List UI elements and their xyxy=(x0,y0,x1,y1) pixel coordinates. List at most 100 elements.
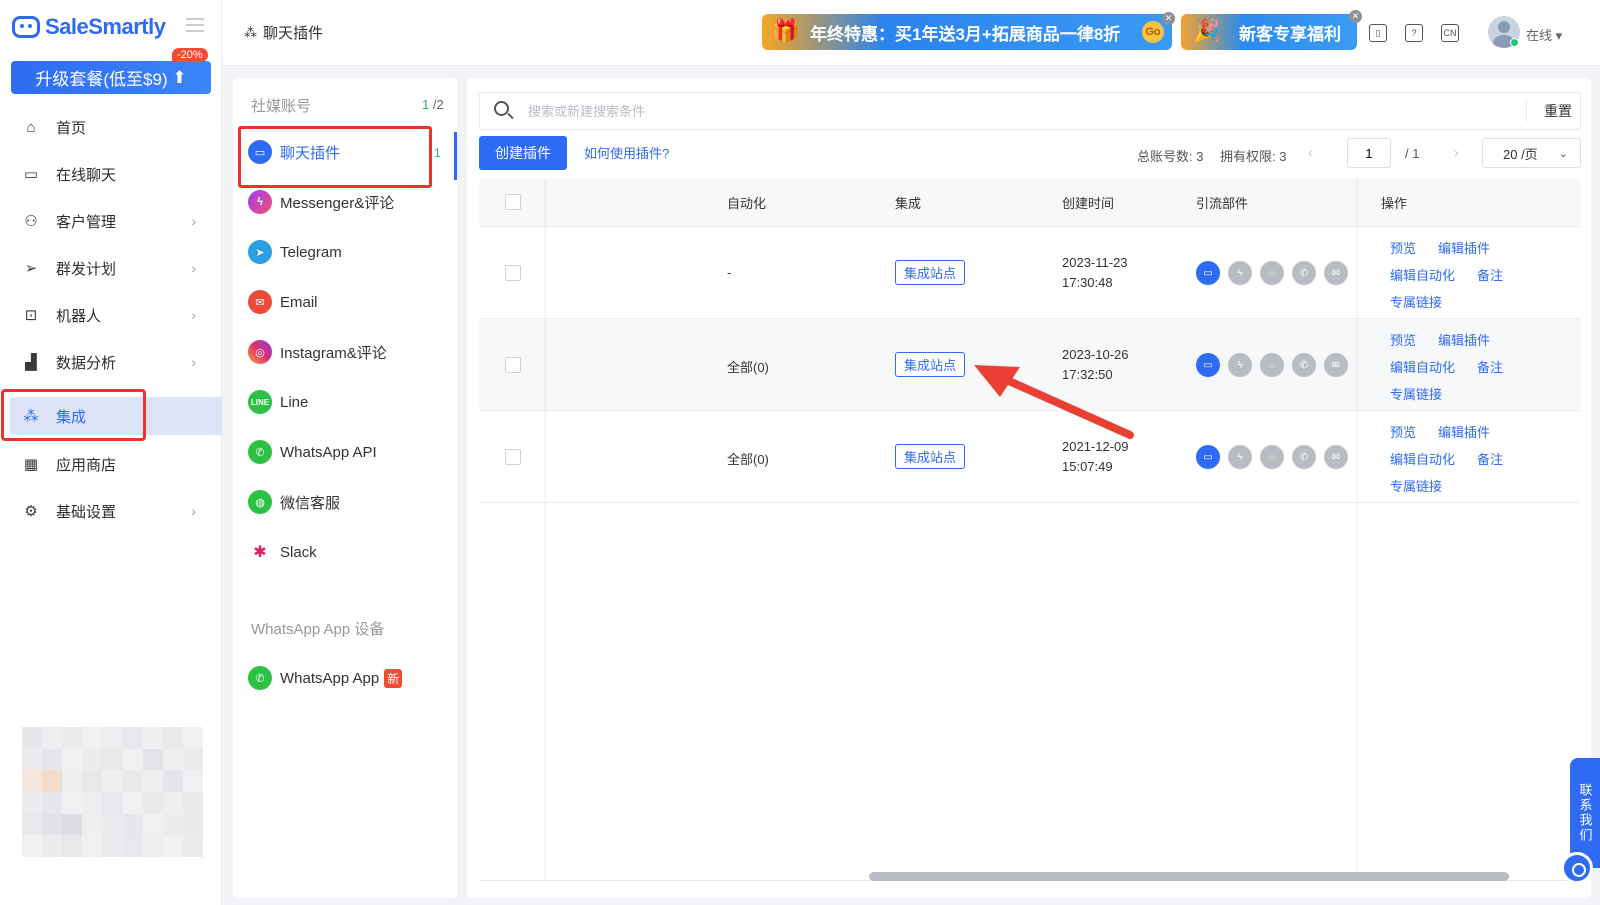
channel-wechat[interactable]: ◍ 微信客服 xyxy=(248,482,340,522)
whatsapp-widget-icon[interactable]: ✆ xyxy=(1292,445,1316,469)
channel-email[interactable]: ✉ Email xyxy=(248,282,318,322)
upgrade-button[interactable]: 升级套餐(低至$9) ⬆ xyxy=(11,61,211,94)
chat-widget-icon[interactable]: ▭ xyxy=(1196,445,1220,469)
note-link[interactable]: 备注 xyxy=(1477,265,1503,284)
menu-collapse-icon[interactable] xyxy=(186,18,204,32)
total-accounts: 总账号数: 3 xyxy=(1137,149,1204,164)
email-widget-icon[interactable]: ✉ xyxy=(1324,353,1348,377)
online-status[interactable]: 在线 ▾ xyxy=(1526,25,1562,44)
reset-button[interactable]: 重置 xyxy=(1544,101,1572,121)
line-widget-icon[interactable]: ◌ xyxy=(1260,445,1284,469)
channel-label: 微信客服 xyxy=(280,494,341,512)
close-promo1-icon[interactable]: ✕ xyxy=(1162,12,1175,25)
wechat-icon: ◍ xyxy=(248,490,272,514)
sidebar-item-robot[interactable]: ⊡ 机器人 › xyxy=(0,296,222,334)
select-all-checkbox[interactable] xyxy=(505,194,521,210)
edit-automation-link[interactable]: 编辑自动化 xyxy=(1390,449,1455,468)
search-input[interactable] xyxy=(528,100,1488,122)
telegram-icon: ➤ xyxy=(248,240,272,264)
channel-whatsapp-api[interactable]: ✆ WhatsApp API xyxy=(248,432,377,472)
note-link[interactable]: 备注 xyxy=(1477,449,1503,468)
channel-instagram[interactable]: ◎ Instagram&评论 xyxy=(248,332,387,372)
channel-whatsapp-app[interactable]: ✆ WhatsApp App 新 xyxy=(248,658,403,698)
create-plugin-button[interactable]: 创建插件 xyxy=(479,136,567,170)
channel-label: Line xyxy=(280,393,309,411)
how-to-link[interactable]: 如何使用插件? xyxy=(584,143,669,162)
edit-automation-link[interactable]: 编辑自动化 xyxy=(1390,265,1455,284)
close-promo2-icon[interactable]: ✕ xyxy=(1349,10,1362,23)
channel-messenger[interactable]: ϟ Messenger&评论 xyxy=(248,182,394,222)
sidebar-item-customers[interactable]: ⚇ 客户管理 › xyxy=(0,202,222,240)
sidebar-item-integration[interactable]: ⁂ 集成 xyxy=(10,397,222,435)
line-widget-icon[interactable]: ◌ xyxy=(1260,261,1284,285)
language-icon[interactable]: CN xyxy=(1441,24,1459,42)
chat-bubble-icon[interactable] xyxy=(1561,852,1593,884)
next-page-icon[interactable]: › xyxy=(1454,144,1459,160)
automation-value: 全部(0) xyxy=(727,452,769,467)
settings-icon: ⚙ xyxy=(24,503,38,520)
channel-chat-plugin[interactable]: ▭ 聊天插件 xyxy=(248,132,340,172)
sidebar-item-broadcast[interactable]: ➢ 群发计划 › xyxy=(0,249,222,287)
channel-slack[interactable]: ✱ Slack xyxy=(248,532,317,572)
created-time: 2021-12-09 15:07:49 xyxy=(1062,437,1129,477)
preview-link[interactable]: 预览 xyxy=(1390,422,1416,441)
customers-icon: ⚇ xyxy=(24,213,38,230)
preview-link[interactable]: 预览 xyxy=(1390,238,1416,257)
arrow-up-icon: ⬆ xyxy=(172,67,187,87)
messenger-widget-icon[interactable]: ϟ xyxy=(1228,261,1252,285)
exclusive-link[interactable]: 专属链接 xyxy=(1390,292,1442,311)
chat-widget-icon[interactable]: ▭ xyxy=(1196,353,1220,377)
help-icon[interactable]: ? xyxy=(1405,24,1423,42)
email-widget-icon[interactable]: ✉ xyxy=(1324,445,1348,469)
whatsapp-widget-icon[interactable]: ✆ xyxy=(1292,261,1316,285)
channel-telegram[interactable]: ➤ Telegram xyxy=(248,232,342,272)
email-widget-icon[interactable]: ✉ xyxy=(1324,261,1348,285)
created-time: 2023-11-23 17:30:48 xyxy=(1062,253,1128,293)
channel-count-total: /2 xyxy=(432,97,444,112)
exclusive-link[interactable]: 专属链接 xyxy=(1390,384,1442,403)
column-integration: 集成 xyxy=(895,196,922,211)
sidebar-item-chat[interactable]: ▭ 在线聊天 xyxy=(0,155,222,193)
sidebar-item-appstore[interactable]: ▦ 应用商店 xyxy=(0,445,222,483)
integrate-site-button[interactable]: 集成站点 xyxy=(895,260,966,285)
messenger-widget-icon[interactable]: ϟ xyxy=(1228,445,1252,469)
row-checkbox[interactable] xyxy=(505,265,521,281)
edit-plugin-link[interactable]: 编辑插件 xyxy=(1438,238,1490,257)
prev-page-icon[interactable]: ‹ xyxy=(1308,144,1313,160)
messenger-widget-icon[interactable]: ϟ xyxy=(1228,353,1252,377)
line-widget-icon[interactable]: ◌ xyxy=(1260,353,1284,377)
integration-icon: ⁂ xyxy=(23,408,39,425)
sidebar-item-analytics[interactable]: ▟ 数据分析 › xyxy=(0,343,222,381)
promo-banner-newuser[interactable]: 🎉 新客专享福利 xyxy=(1181,14,1357,50)
row-checkbox[interactable] xyxy=(505,449,521,465)
page-number-input[interactable] xyxy=(1347,138,1391,168)
preview-link[interactable]: 预览 xyxy=(1390,330,1416,349)
promo2-text: 新客专享福利 xyxy=(1239,24,1341,44)
edit-plugin-link[interactable]: 编辑插件 xyxy=(1438,422,1490,441)
go-button[interactable]: Go xyxy=(1142,21,1164,43)
channel-count-used: 1 xyxy=(422,97,430,112)
integrate-site-button[interactable]: 集成站点 xyxy=(895,444,966,469)
brand-logo[interactable]: SaleSmartly xyxy=(12,12,166,42)
chat-icon: ▭ xyxy=(23,166,39,183)
integrate-site-button[interactable]: 集成站点 xyxy=(895,352,966,377)
chat-widget-icon[interactable]: ▭ xyxy=(1196,261,1220,285)
edit-plugin-link[interactable]: 编辑插件 xyxy=(1438,330,1490,349)
sidebar-item-label: 首页 xyxy=(56,119,87,137)
edit-automation-link[interactable]: 编辑自动化 xyxy=(1390,357,1455,376)
devices-icon[interactable]: ▯ xyxy=(1369,24,1387,42)
online-status-dot xyxy=(1510,38,1519,47)
exclusive-link[interactable]: 专属链接 xyxy=(1390,476,1442,495)
horizontal-scrollbar[interactable] xyxy=(869,872,1509,881)
sidebar-item-home[interactable]: ⌂ 首页 xyxy=(0,108,222,146)
sidebar-item-settings[interactable]: ⚙ 基础设置 › xyxy=(0,492,222,530)
channel-label: Email xyxy=(280,293,318,311)
channel-line[interactable]: LINE Line xyxy=(248,382,308,422)
page-size-select[interactable]: 20 /页 ⌄ xyxy=(1482,138,1581,168)
note-link[interactable]: 备注 xyxy=(1477,357,1503,376)
promo-banner-yearend[interactable]: 🎁 年终特惠：买1年送3月+拓展商品一律8折 Go xyxy=(762,14,1172,50)
whatsapp-widget-icon[interactable]: ✆ xyxy=(1292,353,1316,377)
permission-count: 拥有权限: 3 xyxy=(1220,149,1287,164)
row-checkbox[interactable] xyxy=(505,357,521,373)
status-label: 在线 xyxy=(1526,28,1553,43)
